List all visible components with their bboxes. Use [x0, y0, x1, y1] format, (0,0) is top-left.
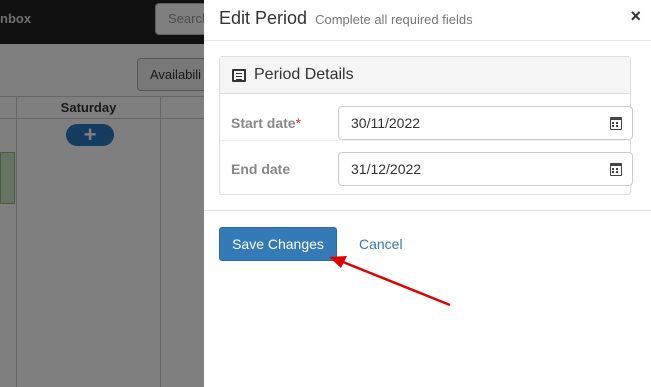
- cancel-link[interactable]: Cancel: [359, 236, 403, 252]
- end-date-row: End date 31/12/2022: [220, 142, 633, 187]
- close-icon[interactable]: ×: [630, 6, 641, 27]
- start-date-label: Start date*: [231, 115, 302, 131]
- list-alt-icon: [232, 68, 246, 82]
- start-date-row: Start date* 30/11/2022: [220, 96, 633, 141]
- footer-divider: [204, 210, 651, 211]
- start-date-input[interactable]: 30/11/2022: [338, 106, 633, 140]
- modal-header: Edit Period Complete all required fields…: [204, 0, 651, 41]
- modal-title: Edit Period Complete all required fields: [219, 8, 473, 29]
- modal-title-text: Edit Period: [219, 8, 308, 28]
- edit-period-modal: Edit Period Complete all required fields…: [204, 0, 651, 387]
- period-details-panel: Period Details Start date* 30/11/2022 En…: [219, 56, 633, 195]
- end-date-input[interactable]: 31/12/2022: [338, 152, 633, 186]
- panel-heading: Period Details: [220, 57, 630, 94]
- end-date-label: End date: [231, 161, 291, 177]
- save-changes-button[interactable]: Save Changes: [219, 227, 337, 261]
- calendar-icon[interactable]: [610, 163, 622, 176]
- start-date-value: 30/11/2022: [351, 115, 421, 131]
- end-date-value: 31/12/2022: [351, 161, 422, 177]
- required-marker: *: [295, 115, 302, 131]
- panel-heading-text: Period Details: [254, 66, 354, 83]
- modal-subtitle: Complete all required fields: [315, 12, 473, 27]
- calendar-icon[interactable]: [610, 117, 622, 130]
